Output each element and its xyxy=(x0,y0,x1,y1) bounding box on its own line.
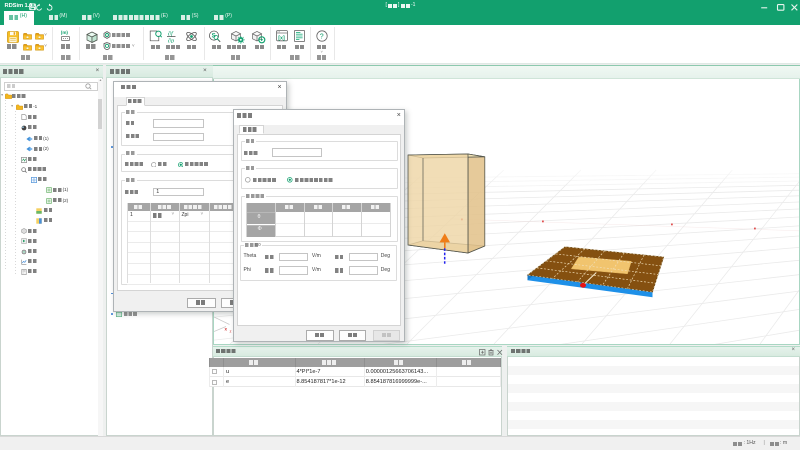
svg-text:∂p: ∂p xyxy=(167,37,173,42)
svg-text:[x]: [x] xyxy=(278,36,285,42)
svg-text:x: x xyxy=(225,327,228,332)
svg-text:z: z xyxy=(230,329,232,334)
svg-text:?: ? xyxy=(320,33,324,40)
